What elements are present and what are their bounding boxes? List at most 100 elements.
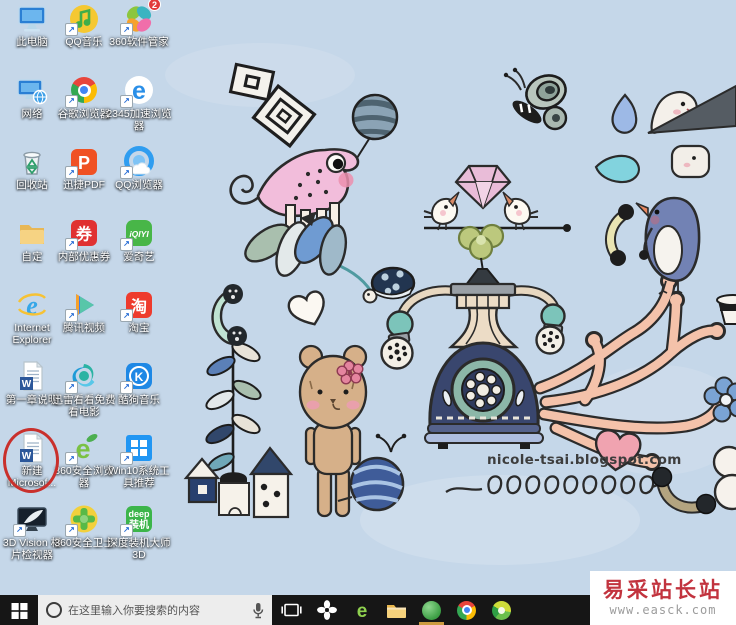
svg-text:e: e	[132, 77, 146, 105]
desktop-icon-win10-tools[interactable]: ↗ Win10系统工具推荐	[108, 431, 170, 503]
desktop-icon-coupon[interactable]: 券 ↗ 内部优惠券	[58, 217, 110, 289]
start-button[interactable]	[0, 595, 38, 625]
shortcut-arrow-icon: ↗	[65, 23, 78, 36]
tencent-video-icon: ↗	[65, 288, 101, 322]
360-safety-button[interactable]	[414, 595, 449, 625]
pdf-converter-icon: P ↗	[65, 145, 101, 179]
desktop-icon-deepin-installer[interactable]: deep 装机 ↗ 深度装机大师3D	[108, 503, 171, 575]
deepin-installer-icon: deep 装机 ↗	[120, 503, 156, 537]
pinwheel-browser-button[interactable]	[309, 595, 344, 625]
watermark: 易采站长站 www.easck.com	[590, 571, 736, 625]
shortcut-arrow-icon: ↗	[65, 523, 78, 537]
qq-browser-icon: ↗	[120, 145, 156, 179]
coupon-icon: 券 ↗	[65, 217, 101, 251]
xunlei-kankan-icon: ↗	[65, 360, 101, 394]
chrome-button[interactable]	[449, 595, 484, 625]
taskbar-search[interactable]: 在这里输入你要搜索的内容	[38, 595, 272, 625]
icon-label: 爱奇艺	[123, 250, 155, 263]
3d-vision-viewer-icon: ↗	[13, 503, 49, 537]
desktop-icon-2345-browser[interactable]: e ↗ 2345加速浏览器	[106, 74, 172, 146]
notification-badge: 2	[148, 0, 161, 11]
word-document-icon: W	[15, 431, 49, 464]
file-explorer-icon	[387, 604, 406, 618]
360-browser-icon: e ↗	[65, 431, 101, 465]
win10-tools-icon: ↗	[120, 431, 156, 465]
svg-text:淘: 淘	[131, 297, 147, 316]
360-software-manager-icon: 2 ↗	[120, 0, 161, 36]
360-antivirus-icon	[492, 600, 511, 620]
icon-label: 2345加速浏览器	[106, 107, 172, 132]
shortcut-arrow-icon: ↗	[65, 94, 78, 108]
360-antivirus-button[interactable]	[484, 595, 519, 625]
iqiyi-icon: iQIYI ↗	[120, 217, 156, 251]
this-pc-icon	[15, 2, 49, 35]
shortcut-arrow-icon: ↗	[120, 94, 133, 108]
qq-music-icon: ↗	[65, 2, 101, 36]
chrome-icon	[457, 600, 476, 620]
pinwheel-icon	[316, 600, 337, 620]
microphone-icon[interactable]	[252, 602, 264, 619]
shortcut-arrow-icon: ↗	[120, 380, 133, 394]
shortcut-arrow-icon: ↗	[120, 23, 133, 36]
taskbar-icons: e	[274, 595, 519, 625]
file-explorer-button[interactable]	[379, 595, 414, 625]
windows-desktop-screen: nicole-tsai.blogspot.com 此电脑 ↗ QQ音乐 2 ↗ …	[0, 0, 736, 625]
icon-label: Win10系统工具推荐	[108, 465, 170, 490]
icon-label: 淘宝	[128, 322, 150, 334]
desktop-icon-360-safe[interactable]: ↗ 360安全卫士	[54, 503, 114, 575]
search-placeholder: 在这里输入你要搜索的内容	[68, 605, 200, 617]
desktop-icon-qq-music[interactable]: ↗ QQ音乐	[58, 2, 110, 74]
shortcut-arrow-icon: ↗	[65, 309, 78, 322]
360-browser-e-button[interactable]: e	[344, 595, 379, 625]
shortcut-arrow-icon: ↗	[13, 523, 26, 537]
task-view-icon	[281, 603, 302, 617]
word-document-icon: W	[15, 360, 49, 393]
desktop-icon-360-browser[interactable]: e ↗ 360安全浏览器	[54, 431, 114, 503]
marshmallow-doodle	[670, 144, 711, 179]
2345-browser-icon: e ↗	[120, 74, 156, 108]
windows-logo-icon	[11, 602, 27, 619]
shortcut-arrow-icon: ↗	[65, 452, 78, 465]
desktop-icon-grid: 此电脑 ↗ QQ音乐 2 ↗ 360软件管家 网络 ↗ 谷歌浏览器 e ↗ 23…	[3, 0, 172, 575]
network-icon	[15, 74, 49, 107]
desktop-icon-360-software-manager[interactable]: 2 ↗ 360软件管家	[109, 0, 169, 74]
recycle-bin-icon	[15, 145, 49, 178]
shortcut-arrow-icon: ↗	[120, 523, 133, 537]
shortcut-arrow-icon: ↗	[120, 309, 133, 322]
svg-text:P: P	[78, 153, 90, 173]
watermark-url: www.easck.com	[609, 603, 717, 617]
green-e-icon: e	[356, 601, 367, 621]
wallpaper-credit: nicole-tsai.blogspot.com	[487, 452, 682, 468]
desktop-icon-qq-browser[interactable]: ↗ QQ浏览器	[110, 145, 168, 217]
desktop-icon-chrome[interactable]: ↗ 谷歌浏览器	[58, 74, 110, 146]
desktop: nicole-tsai.blogspot.com 此电脑 ↗ QQ音乐 2 ↗ …	[0, 0, 736, 595]
360-safety-icon	[422, 600, 441, 620]
task-view-button[interactable]	[274, 595, 309, 625]
shortcut-arrow-icon: ↗	[120, 452, 133, 465]
icon-label: 酷狗音乐	[118, 393, 160, 406]
watermark-title: 易采站长站	[603, 577, 723, 602]
shortcut-arrow-icon: ↗	[65, 237, 78, 251]
chrome-icon: ↗	[65, 74, 101, 108]
desktop-icon-tencent-video[interactable]: ↗ 腾讯视频	[58, 288, 110, 360]
taobao-icon: 淘 ↗	[120, 288, 156, 322]
icon-label: QQ浏览器	[115, 179, 163, 191]
icon-label: 360软件管家	[109, 36, 169, 48]
internet-explorer-icon: e	[15, 288, 49, 321]
desktop-icon-kugou-music[interactable]: K ↗ 酷狗音乐	[110, 360, 168, 432]
kugou-music-icon: K ↗	[120, 360, 156, 394]
desktop-icon-pdf-converter[interactable]: P ↗ 迅捷PDF	[58, 145, 110, 217]
svg-text:W: W	[22, 451, 32, 462]
360-safe-icon: ↗	[65, 503, 101, 537]
svg-text:deep: deep	[128, 509, 150, 519]
desktop-icon-iqiyi[interactable]: iQIYI ↗ 爱奇艺	[110, 217, 168, 289]
icon-label: 深度装机大师3D	[107, 536, 171, 561]
shortcut-arrow-icon: ↗	[120, 237, 133, 251]
shortcut-arrow-icon: ↗	[65, 380, 78, 394]
cortana-circle-icon	[46, 602, 62, 618]
desktop-icon-taobao[interactable]: 淘 ↗ 淘宝	[110, 288, 168, 360]
folder-icon	[15, 217, 49, 250]
desktop-icon-xunlei-kankan[interactable]: ↗ 迅雷看看免费看电影	[53, 360, 116, 432]
shortcut-arrow-icon: ↗	[65, 166, 78, 179]
shortcut-arrow-icon: ↗	[120, 166, 133, 179]
